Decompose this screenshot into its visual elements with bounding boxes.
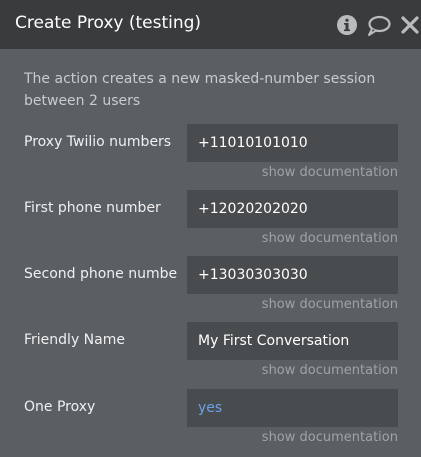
field-first-phone-number: First phone number +12020202020 show doc… (0, 190, 421, 258)
proxy-numbers-input[interactable]: +11010101010 (187, 124, 398, 162)
field-second-phone-number: Second phone numbe +13030303030 show doc… (0, 256, 421, 324)
field-label: Proxy Twilio numbers (24, 134, 172, 150)
panel-header: Create Proxy (testing) (0, 0, 421, 49)
field-label: Friendly Name (24, 332, 125, 348)
panel-title: Create Proxy (testing) (15, 13, 202, 33)
field-friendly-name: Friendly Name My First Conversation show… (0, 322, 421, 390)
action-description: The action creates a new masked-number s… (24, 71, 376, 109)
show-documentation-link[interactable]: show documentation (262, 363, 398, 378)
field-label: Second phone numbe (24, 266, 178, 282)
one-proxy-dropdown[interactable]: yes (187, 389, 398, 427)
action-panel: Create Proxy (testing) The action create… (0, 0, 421, 451)
second-phone-input[interactable]: +13030303030 (187, 256, 398, 294)
field-label: First phone number (24, 200, 161, 216)
friendly-name-input[interactable]: My First Conversation (187, 322, 398, 360)
show-documentation-link[interactable]: show documentation (262, 297, 398, 312)
first-phone-input[interactable]: +12020202020 (187, 190, 398, 228)
field-label: One Proxy (24, 399, 96, 415)
comment-icon[interactable] (366, 12, 392, 38)
show-documentation-link[interactable]: show documentation (262, 165, 398, 180)
field-one-proxy: One Proxy yes show documentation (0, 389, 421, 457)
close-icon[interactable] (397, 12, 421, 38)
show-documentation-link[interactable]: show documentation (262, 430, 398, 445)
field-proxy-twilio-numbers: Proxy Twilio numbers +11010101010 show d… (0, 124, 421, 192)
info-icon[interactable] (334, 12, 360, 38)
show-documentation-link[interactable]: show documentation (262, 231, 398, 246)
